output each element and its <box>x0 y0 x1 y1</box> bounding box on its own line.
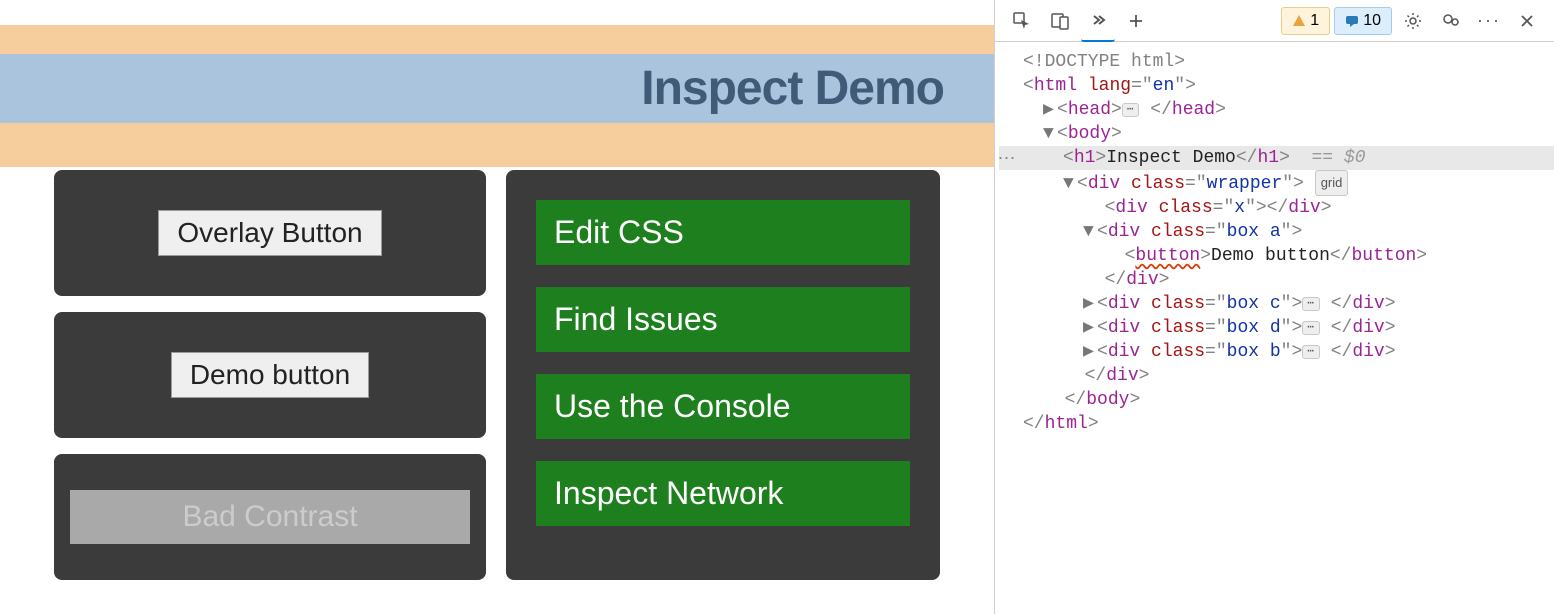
dom-h1-selected[interactable]: ⋯<h1>Inspect Demo</h1> == $0 <box>999 146 1554 170</box>
dom-box-b[interactable]: ▶<div class="box b">⋯ </div> <box>999 340 1554 364</box>
bad-contrast-block: Bad Contrast <box>70 490 470 544</box>
settings-gear-icon[interactable] <box>1396 4 1430 38</box>
demo-button[interactable]: Demo button <box>171 352 369 398</box>
warning-count: 1 <box>1310 12 1319 30</box>
title-band: Inspect Demo <box>0 54 994 123</box>
box-demo: Demo button <box>54 312 486 438</box>
margin-stripe-top <box>0 25 994 54</box>
dom-wrapper-close[interactable]: </div> <box>999 364 1554 388</box>
new-tab-icon[interactable] <box>1119 4 1153 38</box>
dom-box-a-close[interactable]: </div> <box>999 268 1554 292</box>
box-overlay: Overlay Button <box>54 170 486 296</box>
dom-doctype[interactable]: <!DOCTYPE html> <box>999 50 1554 74</box>
left-column: Overlay Button Demo button Bad Contrast <box>54 170 486 580</box>
devtools-panel: 1 10 ··· <!DOCTYPE html> <html lang="en"… <box>994 0 1554 614</box>
dom-box-d[interactable]: ▶<div class="box d">⋯ </div> <box>999 316 1554 340</box>
dom-box-a-open[interactable]: ▼<div class="box a"> <box>999 220 1554 244</box>
link-inspect-network[interactable]: Inspect Network <box>536 461 910 526</box>
dom-button[interactable]: <button>Demo button</button> <box>999 244 1554 268</box>
dom-div-x[interactable]: <div class="x"></div> <box>999 196 1554 220</box>
more-tabs-icon[interactable] <box>1081 0 1115 42</box>
dom-html-open[interactable]: <html lang="en"> <box>999 74 1554 98</box>
issues-warning-badge[interactable]: 1 <box>1281 7 1330 35</box>
page-title: Inspect Demo <box>641 61 944 116</box>
message-count: 10 <box>1363 12 1381 30</box>
link-use-console[interactable]: Use the Console <box>536 374 910 439</box>
device-emulation-icon[interactable] <box>1043 4 1077 38</box>
dom-box-c[interactable]: ▶<div class="box c">⋯ </div> <box>999 292 1554 316</box>
elements-dom-tree[interactable]: <!DOCTYPE html> <html lang="en"> ▶<head>… <box>995 42 1554 614</box>
right-column: Edit CSS Find Issues Use the Console Ins… <box>506 170 940 580</box>
close-icon[interactable] <box>1510 4 1544 38</box>
messages-badge[interactable]: 10 <box>1334 7 1392 35</box>
more-options-icon[interactable]: ··· <box>1472 4 1506 38</box>
box-bad-contrast: Bad Contrast <box>54 454 486 580</box>
devtools-toolbar: 1 10 ··· <box>995 0 1554 42</box>
inspect-element-icon[interactable] <box>1005 4 1039 38</box>
dom-body-open[interactable]: ▼<body> <box>999 122 1554 146</box>
link-edit-css[interactable]: Edit CSS <box>536 200 910 265</box>
margin-stripe-bottom <box>0 123 994 167</box>
dom-wrapper-open[interactable]: ▼<div class="wrapper"> grid <box>999 170 1554 196</box>
rendered-page: Inspect Demo Overlay Button Demo button … <box>0 0 994 614</box>
main-grid: Overlay Button Demo button Bad Contrast … <box>54 170 940 580</box>
dom-head[interactable]: ▶<head>⋯ </head> <box>999 98 1554 122</box>
dom-html-close[interactable]: </html> <box>999 412 1554 436</box>
dom-body-close[interactable]: </body> <box>999 388 1554 412</box>
overlay-button[interactable]: Overlay Button <box>158 210 381 256</box>
feedback-icon[interactable] <box>1434 4 1468 38</box>
link-find-issues[interactable]: Find Issues <box>536 287 910 352</box>
